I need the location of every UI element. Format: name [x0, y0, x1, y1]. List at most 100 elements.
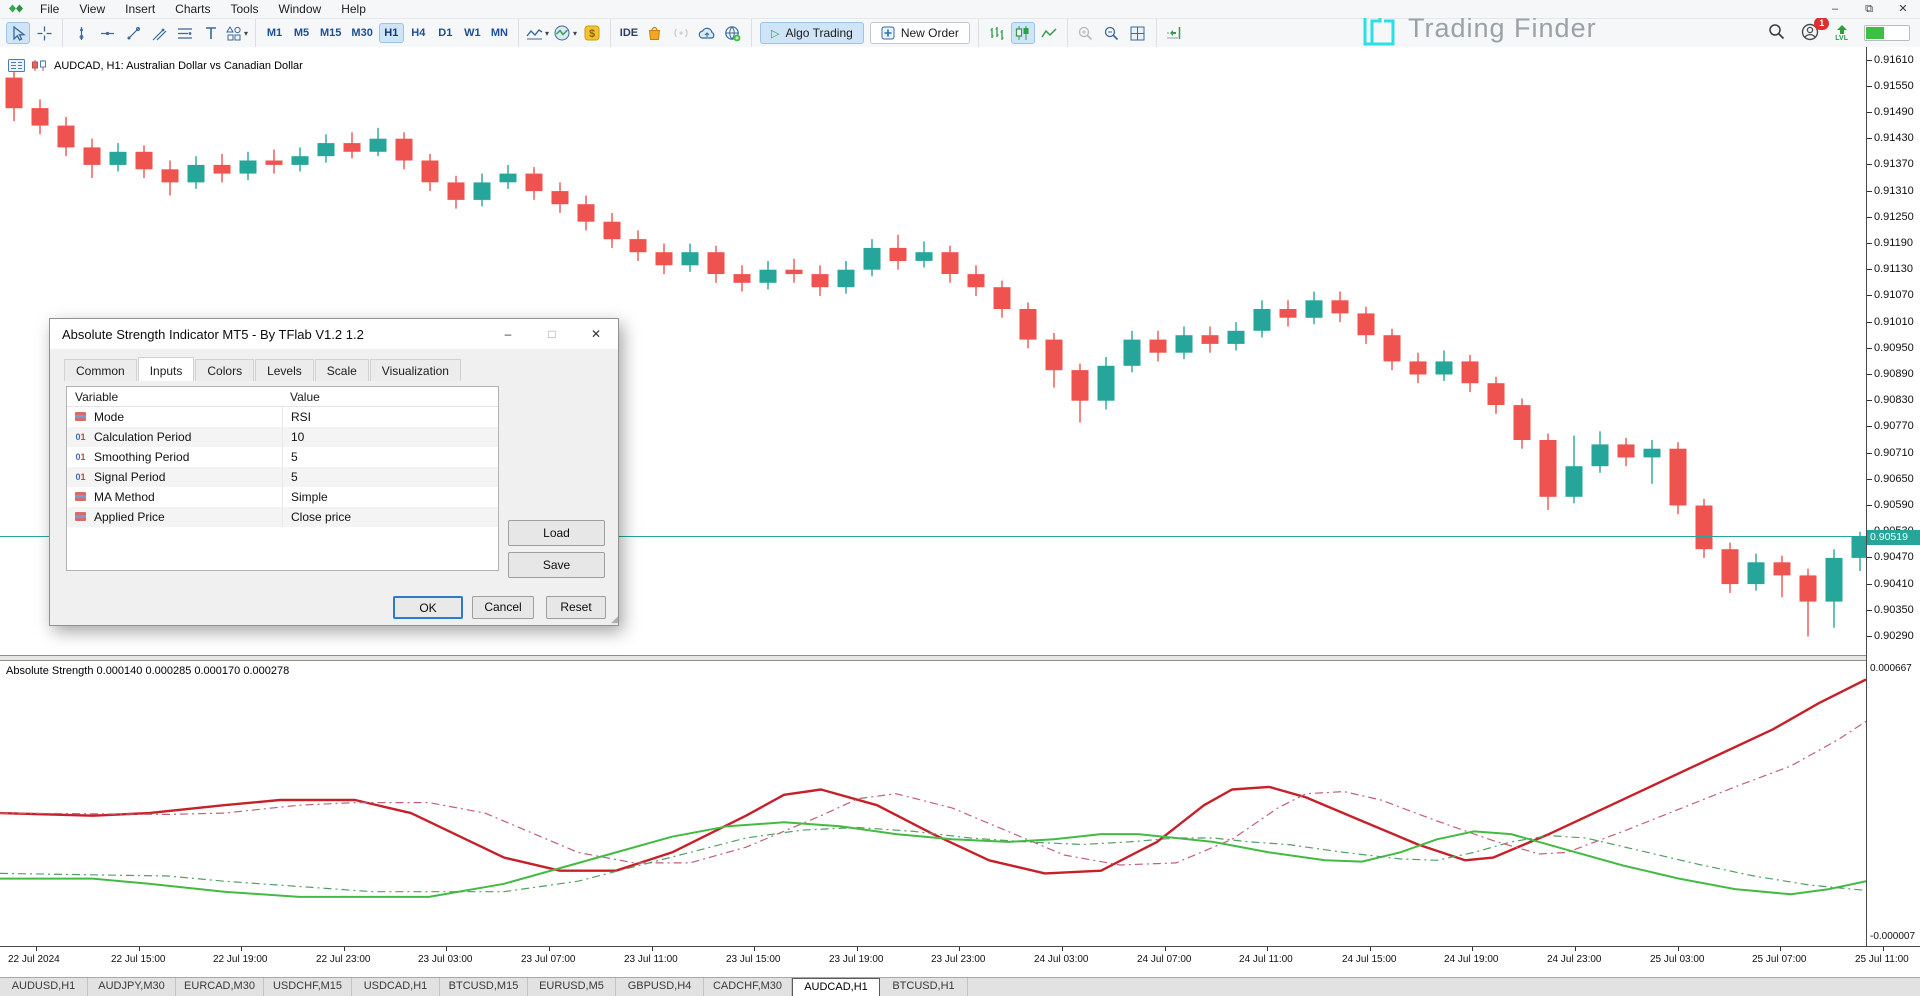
menu-view[interactable]: View	[69, 2, 115, 16]
menu-insert[interactable]: Insert	[115, 2, 165, 16]
menu-tools[interactable]: Tools	[221, 2, 269, 16]
param-row-smoothing-period[interactable]: 01Smoothing Period5	[67, 447, 498, 467]
ide-button[interactable]: IDE	[617, 22, 641, 44]
search-icon[interactable]	[1768, 23, 1785, 43]
vertical-line-tool-button[interactable]	[69, 22, 93, 44]
algo-trading-button[interactable]: ▷Algo Trading	[760, 22, 864, 44]
fibonacci-tool-button[interactable]	[173, 22, 197, 44]
profile-icon[interactable]: 1	[1801, 23, 1819, 44]
candlestick-mode-button[interactable]	[1011, 22, 1035, 44]
vps-cloud-button[interactable]	[695, 22, 719, 44]
menu-help[interactable]: Help	[331, 2, 376, 16]
chart-shift-button[interactable]	[1163, 22, 1187, 44]
chart-tab-eurcad-m30[interactable]: EURCAD,M30	[176, 978, 264, 996]
line-chart-mode-button[interactable]	[1037, 22, 1061, 44]
dialog-tab-inputs[interactable]: Inputs	[138, 357, 195, 381]
chart-tab-audjpy-m30[interactable]: AUDJPY,M30	[88, 978, 176, 996]
connection-status[interactable]	[1864, 25, 1910, 41]
cancel-button[interactable]: Cancel	[472, 596, 534, 619]
dialog-tab-levels[interactable]: Levels	[255, 359, 314, 381]
window-restore-button[interactable]: ⧉	[1852, 0, 1886, 18]
dialog-tab-scale[interactable]: Scale	[315, 359, 369, 381]
chart-tab-eurusd-m5[interactable]: EURUSD,M5	[528, 978, 616, 996]
dialog-tab-common[interactable]: Common	[64, 359, 137, 381]
timeframe-h1-button[interactable]: H1	[379, 23, 404, 43]
absolute-strength-plot[interactable]	[0, 661, 1866, 946]
ok-button[interactable]: OK	[393, 596, 463, 619]
chart-tab-gbpusd-h4[interactable]: GBPUSD,H4	[616, 978, 704, 996]
param-value[interactable]: Close price	[282, 507, 498, 527]
chart-tab-usdchf-m15[interactable]: USDCHF,M15	[264, 978, 352, 996]
time-axis[interactable]: 22 Jul 202422 Jul 15:0022 Jul 19:0022 Ju…	[0, 946, 1920, 977]
chart-tab-usdcad-h1[interactable]: USDCAD,H1	[352, 978, 440, 996]
crosshair-tool-button[interactable]	[32, 22, 56, 44]
chart-tab-audcad-h1[interactable]: AUDCAD,H1	[792, 978, 880, 996]
text-tool-button[interactable]	[199, 22, 223, 44]
timeframe-h4-button[interactable]: H4	[406, 23, 431, 43]
param-row-mode[interactable]: ModeRSI	[67, 407, 498, 427]
horizontal-line-tool-button[interactable]	[95, 22, 119, 44]
trendline-tool-button[interactable]	[121, 22, 145, 44]
param-row-calculation-period[interactable]: 01Calculation Period10	[67, 427, 498, 447]
toolbar: ▾ M1M5M15M30H1H4D1W1MN ▾ ▾ $ IDE ▷Algo T…	[0, 18, 1920, 47]
time-axis-label: 24 Jul 07:00	[1137, 954, 1192, 965]
market-button[interactable]	[643, 22, 667, 44]
chart-type-dropdown-arrow[interactable]: ▾	[545, 29, 549, 38]
time-axis-label: 23 Jul 07:00	[521, 954, 576, 965]
param-row-ma-method[interactable]: MA MethodSimple	[67, 487, 498, 507]
dialog-tab-visualization[interactable]: Visualization	[370, 359, 461, 381]
menu-charts[interactable]: Charts	[165, 2, 220, 16]
param-value[interactable]: RSI	[282, 407, 498, 427]
signals-button[interactable]	[669, 22, 693, 44]
param-row-applied-price[interactable]: Applied PriceClose price	[67, 507, 498, 527]
indicator-canvas[interactable]: Absolute Strength 0.000140 0.000285 0.00…	[0, 661, 1866, 946]
timeframe-mn-button[interactable]: MN	[487, 23, 512, 43]
chart-tab-audusd-h1[interactable]: AUDUSD,H1	[0, 978, 88, 996]
timeframe-m15-button[interactable]: M15	[316, 23, 345, 43]
param-value[interactable]: 5	[282, 467, 498, 487]
dialog-maximize-button[interactable]: □	[530, 319, 574, 349]
price-axis[interactable]: 0.916100.915500.914900.914300.913700.913…	[1866, 46, 1920, 946]
load-button[interactable]: Load	[508, 520, 605, 546]
chart-type-dropdown-button[interactable]: ▾	[525, 22, 550, 44]
shapes-tool-button[interactable]: ▾	[225, 22, 249, 44]
new-order-button[interactable]: New Order	[870, 22, 970, 44]
cursor-tool-button[interactable]	[6, 22, 30, 44]
chart-tab-btcusd-h1[interactable]: BTCUSD,H1	[880, 978, 968, 996]
dialog-close-button[interactable]: ✕	[574, 319, 618, 349]
window-close-button[interactable]: ✕	[1886, 0, 1920, 18]
menu-file[interactable]: File	[30, 2, 69, 16]
zoom-in-button[interactable]	[1074, 22, 1098, 44]
chart-tab-btcusd-m15[interactable]: BTCUSD,M15	[440, 978, 528, 996]
param-row-signal-period[interactable]: 01Signal Period5	[67, 467, 498, 487]
shapes-dropdown-arrow[interactable]: ▾	[244, 29, 248, 38]
dialog-minimize-button[interactable]: –	[486, 319, 530, 349]
bar-chart-mode-button[interactable]	[985, 22, 1009, 44]
tile-windows-button[interactable]	[1126, 22, 1150, 44]
window-minimize-button[interactable]: –	[1818, 0, 1852, 18]
dialog-resize-grip[interactable]: ◢	[611, 614, 617, 625]
timeframe-m1-button[interactable]: M1	[262, 23, 287, 43]
param-value[interactable]: Simple	[282, 487, 498, 507]
lvl-icon[interactable]: LVL	[1835, 25, 1848, 42]
channel-tool-button[interactable]	[147, 22, 171, 44]
timeframe-m5-button[interactable]: M5	[289, 23, 314, 43]
indicators-dropdown-arrow[interactable]: ▾	[573, 29, 577, 38]
save-button[interactable]: Save	[508, 552, 605, 578]
dialog-tab-colors[interactable]: Colors	[195, 359, 254, 381]
timeframe-w1-button[interactable]: W1	[460, 23, 485, 43]
timeframe-d1-button[interactable]: D1	[433, 23, 458, 43]
chart-tab-cadchf-m30[interactable]: CADCHF,M30	[704, 978, 792, 996]
dialog-titlebar[interactable]: Absolute Strength Indicator MT5 - By TFl…	[50, 319, 618, 349]
community-button[interactable]	[721, 22, 745, 44]
param-value[interactable]: 10	[282, 427, 498, 447]
panel-splitter[interactable]	[0, 655, 1920, 661]
currency-pairs-button[interactable]: $	[580, 22, 604, 44]
menu-window[interactable]: Window	[269, 2, 332, 16]
timeframe-m30-button[interactable]: M30	[347, 23, 376, 43]
param-value[interactable]: 5	[282, 447, 498, 467]
indicators-dropdown-button[interactable]: ▾	[552, 22, 578, 44]
zoom-out-button[interactable]	[1100, 22, 1124, 44]
reset-button[interactable]: Reset	[546, 596, 606, 619]
indicator-scale-max: 0.000667	[1870, 663, 1912, 674]
